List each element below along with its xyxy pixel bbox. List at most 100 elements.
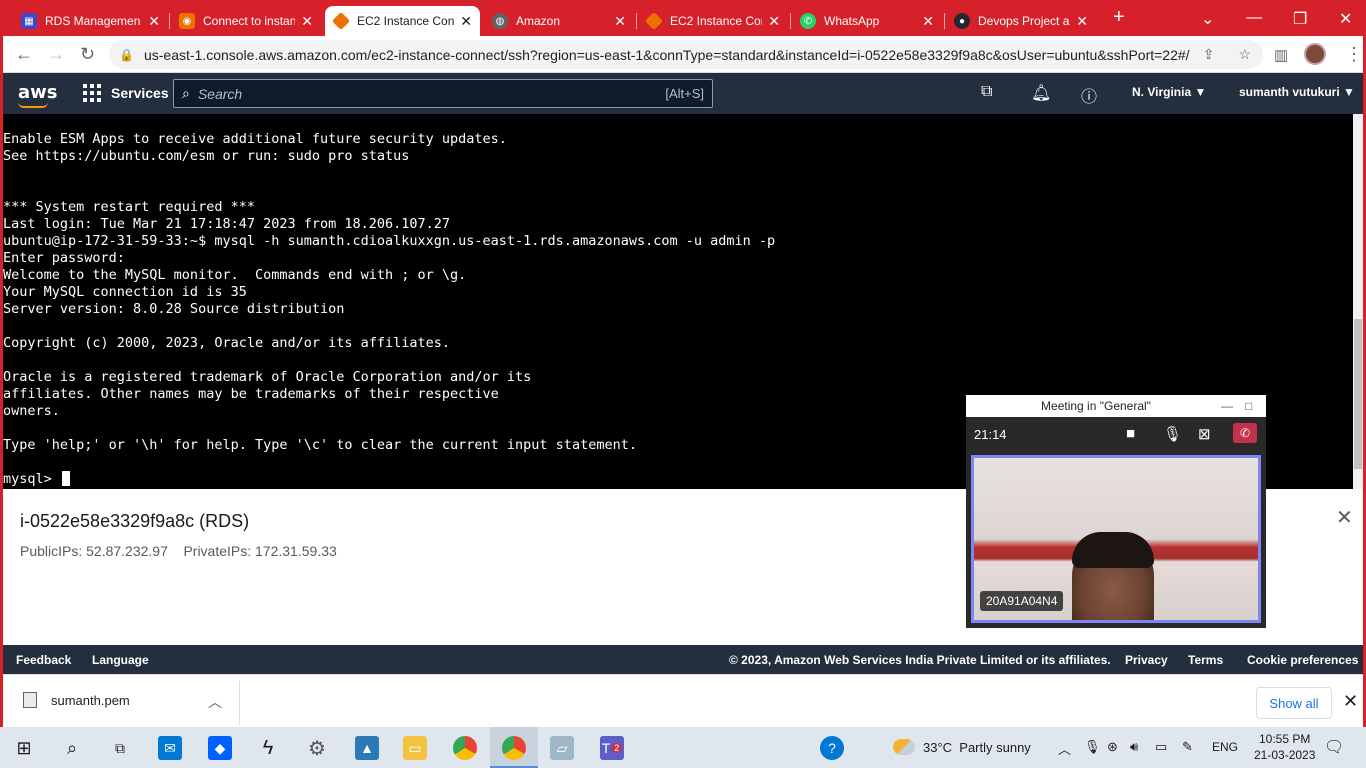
maximize-button[interactable]: □ xyxy=(1245,399,1252,413)
close-icon[interactable]: ✕ xyxy=(1343,691,1358,712)
volume-icon[interactable]: 🔊︎ xyxy=(1130,739,1138,755)
menu-kebab-icon[interactable]: ⋮ xyxy=(1345,44,1363,65)
show-all-button[interactable]: Show all xyxy=(1256,687,1332,719)
help-icon[interactable]: ⓘ xyxy=(1081,83,1097,107)
language-link[interactable]: Language xyxy=(92,653,149,667)
search-placeholder: Search xyxy=(197,85,243,102)
task-view-icon[interactable]: ⧉ xyxy=(108,736,132,760)
privacy-link[interactable]: Privacy xyxy=(1125,653,1168,667)
feedback-link[interactable]: Feedback xyxy=(16,653,71,667)
scrollbar-thumb[interactable] xyxy=(1354,319,1362,469)
meeting-title[interactable]: Meeting in "General" xyxy=(966,395,1226,417)
photos-icon[interactable]: ▲ xyxy=(355,736,379,760)
profile-avatar[interactable] xyxy=(1304,43,1326,65)
chrome-icon[interactable] xyxy=(453,736,477,760)
share-screen-icon[interactable]: ⊠ xyxy=(1198,425,1211,443)
close-icon[interactable]: ✕ xyxy=(768,13,780,30)
partly-sunny-icon xyxy=(893,739,915,755)
terminal-line: Welcome to the MySQL monitor. Commands e… xyxy=(3,267,467,283)
url-bar[interactable]: 🔒 us-east-1.console.aws.amazon.com/ec2-i… xyxy=(109,40,1263,69)
windows-start-icon[interactable]: ⊞ xyxy=(12,736,36,760)
close-icon[interactable]: ✕ xyxy=(148,13,160,30)
cookie-preferences-link[interactable]: Cookie preferences xyxy=(1247,653,1358,667)
tab-connect-to-instance[interactable]: ◉ Connect to instan ✕ xyxy=(171,6,321,36)
new-tab-button[interactable]: + xyxy=(1113,6,1125,29)
tab-amazon[interactable]: ◍ Amazon ✕ xyxy=(484,6,634,36)
minimize-button[interactable]: — xyxy=(1221,399,1233,413)
microphone-icon[interactable]: 🎙︎ xyxy=(1163,425,1182,443)
tab-whatsapp[interactable]: ✆ WhatsApp ✕ xyxy=(792,6,942,36)
close-icon[interactable]: ✕ xyxy=(460,13,472,30)
url-text[interactable]: us-east-1.console.aws.amazon.com/ec2-ins… xyxy=(144,47,1191,63)
tab-ec2-instance-connect-active[interactable]: EC2 Instance Con ✕ xyxy=(325,6,480,36)
aws-logo[interactable]: aws xyxy=(18,82,58,108)
close-icon[interactable]: ✕ xyxy=(1076,13,1088,30)
dropbox-icon[interactable]: ◆ xyxy=(208,736,232,760)
cloudshell-icon[interactable]: ⧉ xyxy=(981,83,992,101)
minimize-button[interactable]: — xyxy=(1246,9,1262,27)
location-icon[interactable]: ⊛ xyxy=(1107,739,1118,755)
search-icon: ⌕ xyxy=(182,85,190,101)
maximize-button[interactable]: ❐ xyxy=(1293,9,1307,29)
battery-icon[interactable]: ▭ xyxy=(1155,739,1167,755)
download-item[interactable]: sumanth.pem xyxy=(23,692,130,708)
teams-meeting-window[interactable]: Meeting in "General" — □ 21:14 ■ 🎙︎ ⊠ ✆ … xyxy=(966,395,1266,628)
search-shortcut-hint: [Alt+S] xyxy=(665,86,704,101)
close-window-button[interactable]: ✕ xyxy=(1339,9,1352,29)
close-icon[interactable]: ✕ xyxy=(614,13,626,30)
chevron-down-icon[interactable]: ⌄ xyxy=(1201,9,1214,29)
terms-link[interactable]: Terms xyxy=(1188,653,1223,667)
terminal-line: Server version: 8.0.28 Source distributi… xyxy=(3,301,345,317)
tab-label: EC2 Instance Con xyxy=(670,14,763,28)
services-menu[interactable]: Services xyxy=(83,84,169,102)
terminal-line: Your MySQL connection id is 35 xyxy=(3,284,247,300)
ec2-icon xyxy=(331,11,351,31)
tab-rds-management[interactable]: ▦ RDS Managemen ✕ xyxy=(13,6,168,36)
clock-date: 21-03-2023 xyxy=(1254,748,1316,762)
tab-ec2-instance-connect[interactable]: EC2 Instance Con ✕ xyxy=(638,6,788,36)
app-icon[interactable]: ▱ xyxy=(550,736,574,760)
hang-up-button[interactable]: ✆ xyxy=(1233,423,1257,443)
file-explorer-icon[interactable]: ▭ xyxy=(403,736,427,760)
ec2-icon xyxy=(644,11,664,31)
chrome-profile-icon[interactable] xyxy=(502,736,526,760)
region-selector[interactable]: N. Virginia ▼ xyxy=(1132,85,1206,99)
bookmark-star-icon[interactable]: ☆ xyxy=(1238,46,1251,63)
camera-icon[interactable]: ■ xyxy=(1126,425,1135,442)
tab-devops-project[interactable]: ● Devops Project a ✕ xyxy=(946,6,1096,36)
terminal-line: Oracle is a registered trademark of Orac… xyxy=(3,369,532,385)
settings-gear-icon[interactable]: ⚙ xyxy=(305,736,329,760)
search-icon[interactable]: ⌕ xyxy=(60,736,84,760)
chevron-up-icon[interactable]: ︿ xyxy=(208,692,222,712)
side-panel-icon[interactable]: ▥ xyxy=(1274,46,1288,64)
terminal-scrollbar[interactable] xyxy=(1353,114,1363,489)
chevron-up-icon[interactable]: ︿ xyxy=(1058,739,1071,758)
search-input[interactable]: ⌕ Search [Alt+S] xyxy=(173,79,713,108)
app-lightning-icon[interactable]: ϟ xyxy=(256,736,280,760)
copyright-text: © 2023, Amazon Web Services India Privat… xyxy=(729,653,1111,667)
teams-icon[interactable]: T2 xyxy=(600,736,624,760)
language-indicator[interactable]: ENG xyxy=(1212,740,1238,754)
share-icon[interactable]: ⇪ xyxy=(1203,46,1215,63)
file-icon xyxy=(23,692,37,708)
pen-icon[interactable]: ✎ xyxy=(1182,739,1193,755)
reload-button[interactable]: ↻ xyxy=(80,44,95,65)
notifications-bell-icon[interactable]: 🔔︎ xyxy=(1031,83,1051,103)
mail-icon[interactable]: ✉ xyxy=(158,736,182,760)
close-icon[interactable]: ✕ xyxy=(1336,505,1353,530)
forward-button[interactable]: → xyxy=(47,44,65,65)
account-menu[interactable]: sumanth vutukuri ▼ xyxy=(1239,85,1355,99)
microphone-icon[interactable]: 🎙︎ xyxy=(1084,739,1101,755)
close-icon[interactable]: ✕ xyxy=(301,13,313,30)
lock-icon[interactable]: 🔒 xyxy=(119,48,134,62)
back-button[interactable]: ← xyxy=(15,44,33,65)
notification-center-icon[interactable]: 🗨︎ xyxy=(1324,737,1344,757)
close-icon[interactable]: ✕ xyxy=(922,13,934,30)
system-clock[interactable]: 10:55 PM 21-03-2023 xyxy=(1254,731,1315,763)
weather-widget[interactable]: 33°C Partly sunny xyxy=(893,739,1031,755)
meeting-timer: 21:14 xyxy=(974,427,1007,442)
help-icon[interactable]: ? xyxy=(820,736,844,760)
tab-label: Devops Project a xyxy=(978,14,1070,28)
